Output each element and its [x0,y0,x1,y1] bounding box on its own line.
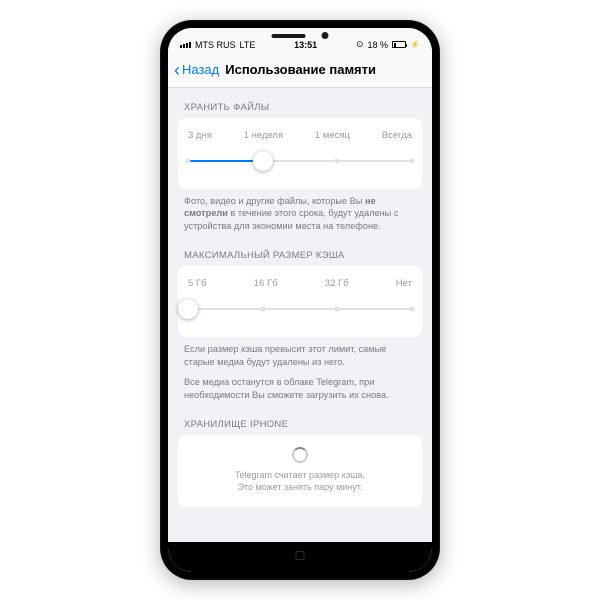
signal-icon [180,42,191,48]
cache-footer-1: Если размер кэша превысит этот лимит, са… [184,343,416,368]
iphone-storage-card: Telegram считает размер кэша. Это может … [178,435,422,507]
label-1month: 1 месяц [315,130,350,141]
spinner-icon [292,447,308,463]
scroll-content[interactable]: ХРАНИТЬ ФАЙЛЫ 3 дня 1 неделя 1 месяц Все… [168,88,432,572]
battery-icon [392,41,406,48]
keep-files-card: 3 дня 1 неделя 1 месяц Всегда [178,118,422,189]
phone-sensors [272,32,329,39]
phone-chin [168,542,432,572]
label-32gb: 32 Гб [325,278,349,289]
clock: 13:51 [294,40,317,50]
label-1week: 1 неделя [244,130,283,141]
label-16gb: 16 Гб [254,278,278,289]
loading-line-2: Это может занять пару минут. [188,481,412,493]
cache-size-header: МАКСИМАЛЬНЫЙ РАЗМЕР КЭША [184,250,416,261]
alarm-icon: ⊙ [356,39,364,50]
phone-frame: MTS RUS LTE 13:51 ⊙ 18 % ⚡ ‹ Назад Испол… [160,20,440,580]
cache-footer-2: Все медиа останутся в облаке Telegram, п… [184,376,416,401]
keep-files-labels: 3 дня 1 неделя 1 месяц Всегда [188,130,412,141]
nav-bar: ‹ Назад Использование памяти [168,52,432,88]
cache-size-labels: 5 Гб 16 Гб 32 Гб Нет [188,278,412,289]
keep-files-header: ХРАНИТЬ ФАЙЛЫ [184,102,416,113]
screen: MTS RUS LTE 13:51 ⊙ 18 % ⚡ ‹ Назад Испол… [168,28,432,572]
cache-size-thumb[interactable] [178,299,198,319]
charging-icon: ⚡ [410,40,420,49]
carrier-label: MTS RUS [195,40,236,50]
keep-files-footer: Фото, видео и другие файлы, которые Вы н… [184,195,416,232]
chevron-left-icon: ‹ [174,61,180,79]
cache-size-slider[interactable] [188,299,412,319]
page-title: Использование памяти [225,62,376,77]
battery-label: 18 % [368,40,389,50]
loading-line-1: Telegram считает размер кэша. [188,469,412,481]
back-label: Назад [182,62,219,77]
keep-files-slider[interactable] [188,151,412,171]
cache-size-card: 5 Гб 16 Гб 32 Гб Нет [178,266,422,337]
iphone-storage-header: ХРАНИЛИЩЕ IPHONE [184,419,416,430]
back-button[interactable]: ‹ Назад [174,61,219,79]
label-5gb: 5 Гб [188,278,207,289]
label-none: Нет [396,278,412,289]
label-3days: 3 дня [188,130,212,141]
label-forever: Всегда [382,130,412,141]
keep-files-thumb[interactable] [253,151,273,171]
network-label: LTE [240,40,256,50]
